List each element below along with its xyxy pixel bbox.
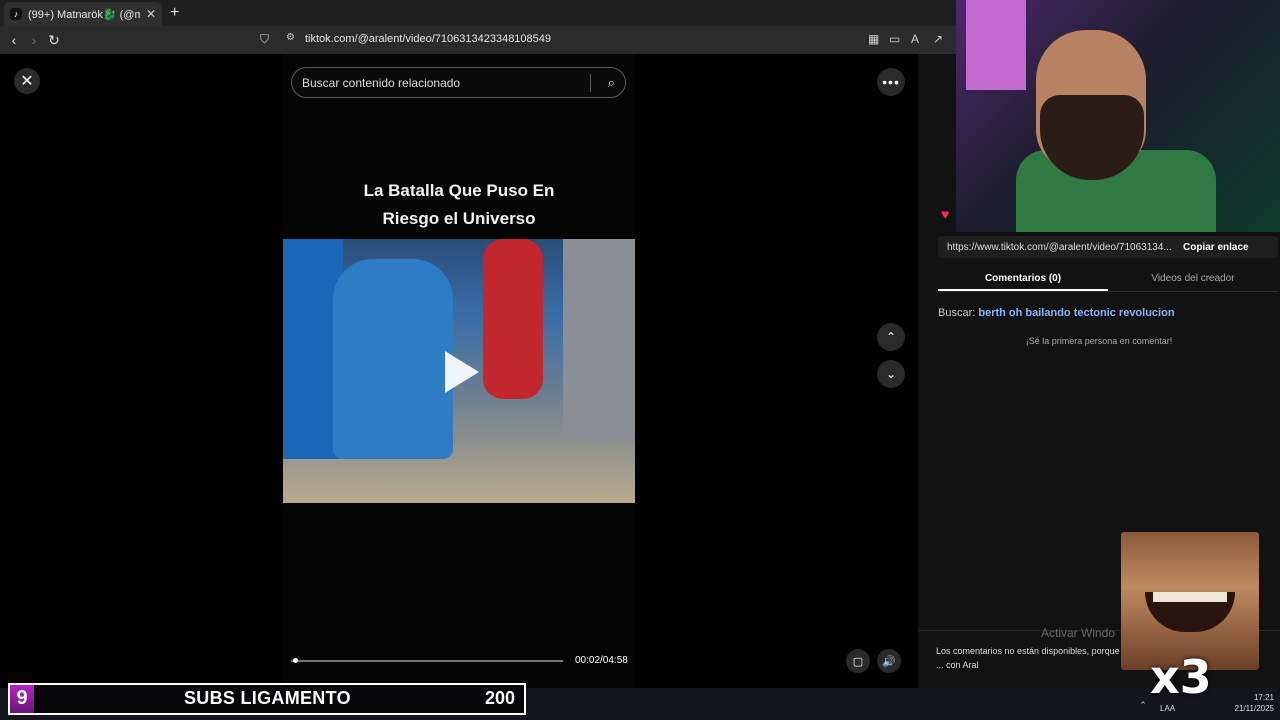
- browser-tab[interactable]: ♪ (99+) Matnarök🐉 (@matnar ✕: [4, 2, 162, 26]
- next-video-button[interactable]: ⌄: [877, 360, 905, 388]
- more-options-icon[interactable]: •••: [877, 68, 905, 96]
- progress-bar[interactable]: [291, 658, 563, 663]
- forward-icon[interactable]: ›: [24, 30, 44, 50]
- clock-time: 17:21: [1253, 693, 1274, 702]
- share-link-row: https://www.tiktok.com/@aralent/video/71…: [938, 236, 1278, 258]
- reload-icon[interactable]: ↻: [44, 30, 64, 50]
- bookmark-icon[interactable]: ⛉: [260, 32, 269, 47]
- video-caption: La Batalla Que Puso En Riesgo el Univers…: [283, 177, 635, 233]
- site-info-icon[interactable]: ⚙: [286, 32, 295, 43]
- panel-tabs: Comentarios (0) Videos del creador: [938, 268, 1278, 292]
- video-scene: [483, 239, 543, 399]
- empty-comments-text: ¡Sé la primera persona en comentar!: [1025, 336, 1173, 346]
- like-icon[interactable]: ♥: [941, 206, 949, 222]
- tab-creator-videos[interactable]: Videos del creador: [1108, 268, 1278, 291]
- subs-count: 9: [10, 685, 34, 713]
- search-query-link[interactable]: berth oh bailando tectonic revolucion: [978, 307, 1174, 319]
- system-clock[interactable]: 17:21 21/11/2025: [1220, 692, 1274, 714]
- address-bar[interactable]: tiktok.com/@aralent/video/71063134233481…: [305, 33, 551, 45]
- back-icon[interactable]: ‹: [4, 30, 24, 50]
- windows-watermark: Activar Windo: [1041, 626, 1116, 640]
- tab-title: (99+) Matnarök🐉 (@matnar: [28, 8, 140, 21]
- translate-icon[interactable]: A: [911, 32, 919, 46]
- language-indicator[interactable]: LAA: [1160, 704, 1175, 713]
- video-player[interactable]: Buscar contenido relacionado ⌕ La Batall…: [283, 54, 635, 688]
- search-divider: [590, 74, 591, 92]
- webcam-background: [966, 0, 1026, 90]
- previous-video-button[interactable]: ⌃: [877, 323, 905, 351]
- subs-goal-overlay: 9 SUBS LIGAMENTO 200: [8, 683, 526, 715]
- volume-icon[interactable]: 🔊: [877, 649, 901, 673]
- search-icon[interactable]: ⌕: [608, 75, 615, 91]
- playback-time: 00:02/04:58: [575, 655, 628, 666]
- subs-goal-target: 200: [484, 688, 515, 708]
- search-placeholder: Buscar contenido relacionado: [302, 75, 461, 90]
- play-icon[interactable]: [445, 351, 479, 393]
- video-frame[interactable]: [283, 239, 635, 503]
- close-icon[interactable]: ✕: [14, 68, 40, 94]
- video-scene: [333, 259, 453, 459]
- comments-disabled-text: Los comentarios no están disponibles, po…: [936, 646, 1120, 670]
- tab-comments[interactable]: Comentarios (0): [938, 268, 1108, 291]
- search-suggestion: Buscar: berth oh bailando tectonic revol…: [938, 307, 1175, 319]
- tiktok-icon: ♪: [10, 8, 22, 20]
- video-scene: [563, 239, 635, 439]
- related-search-input[interactable]: Buscar contenido relacionado ⌕: [291, 67, 626, 98]
- reader-icon[interactable]: ▦: [868, 32, 879, 46]
- share-icon[interactable]: ↗: [933, 32, 943, 46]
- clock-date: 21/11/2025: [1234, 704, 1274, 713]
- cast-icon[interactable]: ▭: [889, 32, 900, 46]
- multiplier-text: x3: [1150, 650, 1212, 704]
- mini-player-icon[interactable]: ▢: [846, 649, 870, 673]
- close-tab-icon[interactable]: ✕: [146, 7, 156, 21]
- new-tab-button[interactable]: +: [170, 4, 179, 22]
- caption-line-1: La Batalla Que Puso En: [363, 181, 555, 200]
- copy-link-button[interactable]: Copiar enlace: [1183, 242, 1249, 253]
- share-link[interactable]: https://www.tiktok.com/@aralent/video/71…: [947, 242, 1175, 253]
- subs-goal-label: SUBS LIGAMENTO: [184, 688, 351, 708]
- search-prefix: Buscar:: [938, 307, 976, 319]
- webcam-overlay: [956, 0, 1280, 232]
- progress-knob[interactable]: [292, 658, 298, 663]
- caption-line-2: Riesgo el Universo: [382, 209, 536, 228]
- meme-teeth: [1153, 592, 1227, 602]
